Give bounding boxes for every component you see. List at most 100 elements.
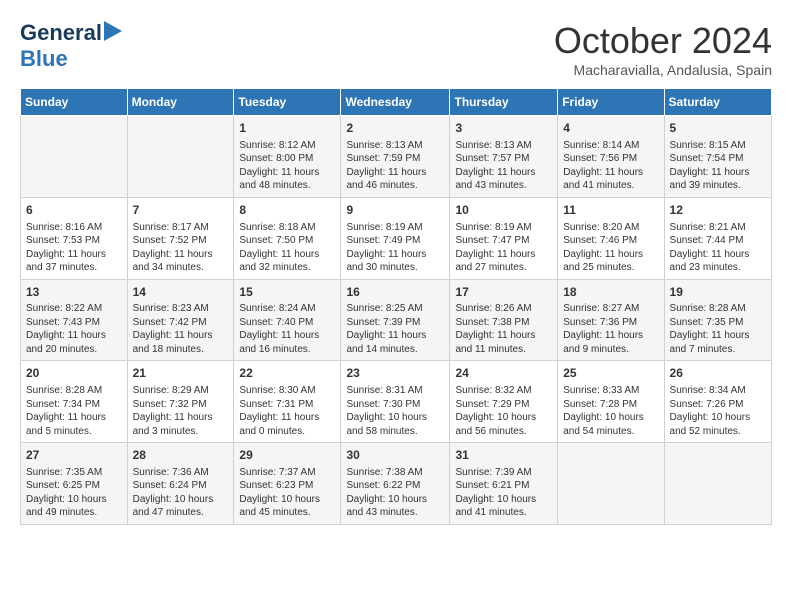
header-cell-saturday: Saturday [664,89,771,116]
day-info: Daylight: 10 hours and 56 minutes. [455,411,552,438]
day-info: Sunrise: 8:19 AM [455,221,552,235]
week-row-1: 1Sunrise: 8:12 AMSunset: 8:00 PMDaylight… [21,116,772,198]
day-info: Sunrise: 8:27 AM [563,302,658,316]
day-info: Daylight: 11 hours and 46 minutes. [346,166,444,193]
calendar-cell: 24Sunrise: 8:32 AMSunset: 7:29 PMDayligh… [450,361,558,443]
day-info: Sunrise: 8:34 AM [670,384,766,398]
day-number: 26 [670,365,766,382]
calendar-cell: 13Sunrise: 8:22 AMSunset: 7:43 PMDayligh… [21,279,128,361]
day-info: Sunrise: 8:20 AM [563,221,658,235]
day-info: Daylight: 10 hours and 52 minutes. [670,411,766,438]
location: Macharavialla, Andalusia, Spain [554,62,772,78]
day-info: Sunrise: 8:17 AM [133,221,229,235]
day-info: Sunrise: 7:37 AM [239,466,335,480]
day-info: Daylight: 11 hours and 30 minutes. [346,248,444,275]
day-info: Sunset: 7:42 PM [133,316,229,330]
day-info: Sunrise: 7:38 AM [346,466,444,480]
day-info: Sunset: 7:57 PM [455,152,552,166]
day-number: 24 [455,365,552,382]
calendar-cell: 2Sunrise: 8:13 AMSunset: 7:59 PMDaylight… [341,116,450,198]
logo-general: General [20,20,102,46]
day-info: Daylight: 11 hours and 3 minutes. [133,411,229,438]
day-info: Sunset: 7:32 PM [133,398,229,412]
day-info: Daylight: 11 hours and 5 minutes. [26,411,122,438]
calendar-cell: 11 Sunrise: 8:20 AMSunset: 7:46 PMDayligh… [558,197,664,279]
day-info: Sunset: 7:35 PM [670,316,766,330]
day-info: Sunrise: 8:24 AM [239,302,335,316]
day-number: 16 [346,284,444,301]
day-info: Sunrise: 7:39 AM [455,466,552,480]
calendar-cell [558,443,664,525]
day-info: Sunrise: 8:14 AM [563,139,658,153]
calendar-cell [127,116,234,198]
day-info: Sunset: 6:22 PM [346,479,444,493]
logo-blue: Blue [20,46,68,71]
day-number: 6 [26,202,122,219]
day-info: Sunrise: 8:15 AM [670,139,766,153]
day-number: 14 [133,284,229,301]
day-info: Sunrise: 8:19 AM [346,221,444,235]
day-number: 11 [563,202,658,219]
day-info: Sunset: 7:46 PM [563,234,658,248]
day-number: 20 [26,365,122,382]
day-info: Daylight: 11 hours and 14 minutes. [346,329,444,356]
day-info: Sunrise: 8:25 AM [346,302,444,316]
day-number: 28 [133,447,229,464]
calendar-cell: 22Sunrise: 8:30 AMSunset: 7:31 PMDayligh… [234,361,341,443]
calendar-cell: 18Sunrise: 8:27 AMSunset: 7:36 PMDayligh… [558,279,664,361]
header-cell-sunday: Sunday [21,89,128,116]
day-info: Sunrise: 8:21 AM [670,221,766,235]
day-info: Sunrise: 8:26 AM [455,302,552,316]
day-info: Sunset: 7:36 PM [563,316,658,330]
day-info: Daylight: 11 hours and 16 minutes. [239,329,335,356]
calendar-cell [664,443,771,525]
day-info: Sunset: 6:21 PM [455,479,552,493]
calendar-cell: 19Sunrise: 8:28 AMSunset: 7:35 PMDayligh… [664,279,771,361]
logo-arrow-icon [104,21,122,41]
day-number: 13 [26,284,122,301]
day-info: Daylight: 10 hours and 49 minutes. [26,493,122,520]
calendar-cell: 10Sunrise: 8:19 AMSunset: 7:47 PMDayligh… [450,197,558,279]
calendar-cell: 4Sunrise: 8:14 AMSunset: 7:56 PMDaylight… [558,116,664,198]
calendar-cell: 8Sunrise: 8:18 AMSunset: 7:50 PMDaylight… [234,197,341,279]
day-info: Sunset: 7:50 PM [239,234,335,248]
header-cell-tuesday: Tuesday [234,89,341,116]
day-info: Sunrise: 8:23 AM [133,302,229,316]
calendar-cell: 21Sunrise: 8:29 AMSunset: 7:32 PMDayligh… [127,361,234,443]
calendar-cell: 31Sunrise: 7:39 AMSunset: 6:21 PMDayligh… [450,443,558,525]
day-info: Daylight: 11 hours and 20 minutes. [26,329,122,356]
day-number: 2 [346,120,444,137]
calendar-cell: 12Sunrise: 8:21 AMSunset: 7:44 PMDayligh… [664,197,771,279]
day-info: Daylight: 11 hours and 34 minutes. [133,248,229,275]
page: General Blue October 2024 Macharavialla,… [0,0,792,612]
calendar-cell: 28Sunrise: 7:36 AMSunset: 6:24 PMDayligh… [127,443,234,525]
day-info: Daylight: 11 hours and 43 minutes. [455,166,552,193]
day-info: Daylight: 10 hours and 58 minutes. [346,411,444,438]
day-info: Daylight: 11 hours and 0 minutes. [239,411,335,438]
day-info: Daylight: 11 hours and 9 minutes. [563,329,658,356]
calendar-cell: 9Sunrise: 8:19 AMSunset: 7:49 PMDaylight… [341,197,450,279]
day-info: Sunset: 7:26 PM [670,398,766,412]
calendar-cell: 30Sunrise: 7:38 AMSunset: 6:22 PMDayligh… [341,443,450,525]
calendar-cell: 1Sunrise: 8:12 AMSunset: 8:00 PMDaylight… [234,116,341,198]
calendar-cell: 26 Sunrise: 8:34 AMSunset: 7:26 PMDayligh… [664,361,771,443]
day-info: Daylight: 10 hours and 45 minutes. [239,493,335,520]
day-info: Sunset: 7:43 PM [26,316,122,330]
day-info: Sunset: 7:56 PM [563,152,658,166]
calendar-cell: 15Sunrise: 8:24 AMSunset: 7:40 PMDayligh… [234,279,341,361]
header-cell-wednesday: Wednesday [341,89,450,116]
day-info: Sunrise: 8:13 AM [346,139,444,153]
day-info: Sunset: 7:47 PM [455,234,552,248]
day-number: 27 [26,447,122,464]
day-number: 8 [239,202,335,219]
calendar-body: 1Sunrise: 8:12 AMSunset: 8:00 PMDaylight… [21,116,772,525]
day-info: Sunset: 7:28 PM [563,398,658,412]
calendar-cell: 3Sunrise: 8:13 AMSunset: 7:57 PMDaylight… [450,116,558,198]
day-number: 1 [239,120,335,137]
day-info: Sunrise: 8:12 AM [239,139,335,153]
day-info: Daylight: 11 hours and 48 minutes. [239,166,335,193]
header: General Blue October 2024 Macharavialla,… [20,20,772,78]
week-row-5: 27Sunrise: 7:35 AMSunset: 6:25 PMDayligh… [21,443,772,525]
calendar-cell: 14Sunrise: 8:23 AMSunset: 7:42 PMDayligh… [127,279,234,361]
day-info: Daylight: 11 hours and 25 minutes. [563,248,658,275]
